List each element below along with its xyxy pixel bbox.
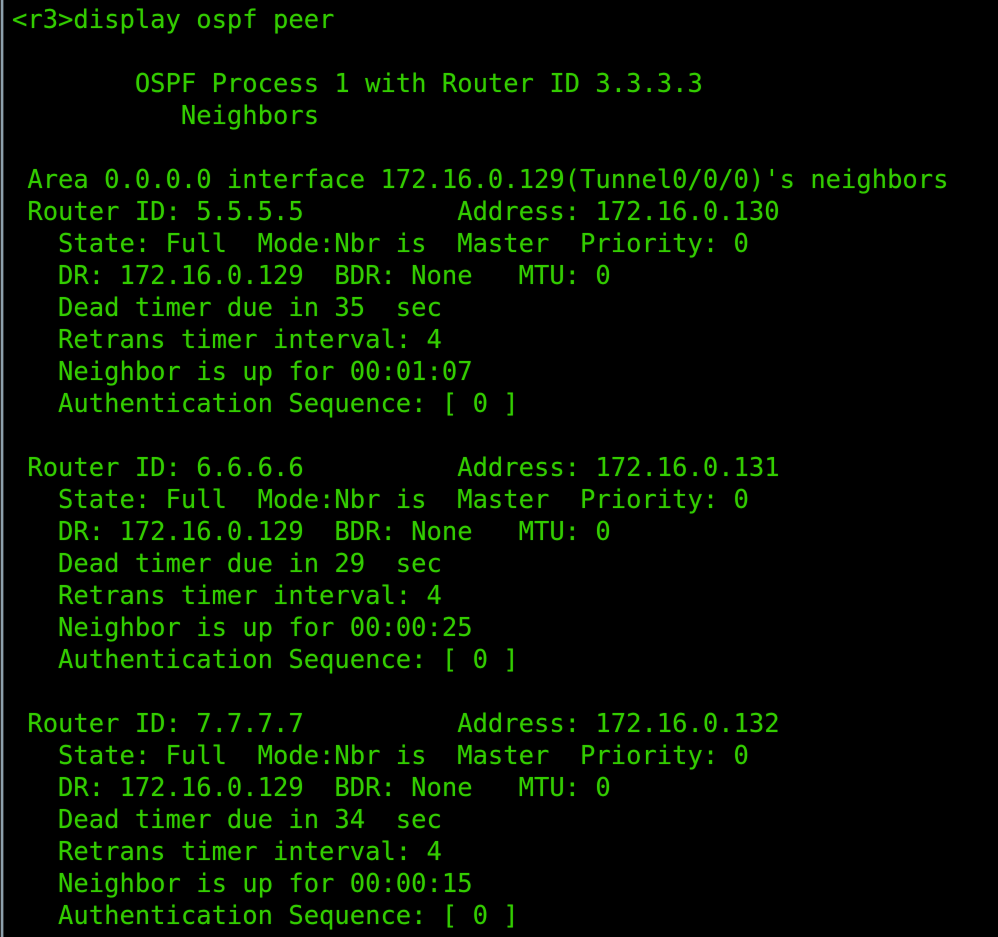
neighbor-1-dead-timer: Dead timer due in 29 sec	[12, 549, 442, 579]
neighbor-2-retrans-timer: Retrans timer interval: 4	[12, 837, 442, 867]
command-line: <r3>display ospf peer	[12, 5, 335, 35]
neighbor-0-retrans-timer: Retrans timer interval: 4	[12, 325, 442, 355]
neighbor-0-uptime: Neighbor is up for 00:01:07	[12, 357, 473, 387]
neighbor-1-dr-bdr-mtu: DR: 172.16.0.129 BDR: None MTU: 0	[12, 517, 611, 547]
neighbor-1-router-id: Router ID: 6.6.6.6 Address: 172.16.0.131	[12, 453, 780, 483]
neighbors-header: Neighbors	[12, 101, 320, 131]
terminal-screen[interactable]: <r3>display ospf peer OSPF Process 1 wit…	[12, 0, 998, 937]
neighbor-2-uptime: Neighbor is up for 00:00:15	[12, 869, 473, 899]
neighbor-0-dead-timer: Dead timer due in 35 sec	[12, 293, 442, 323]
ospf-process-header: OSPF Process 1 with Router ID 3.3.3.3	[12, 69, 703, 99]
neighbor-2-auth-sequence: Authentication Sequence: [ 0 ]	[12, 901, 519, 931]
neighbor-2-dead-timer: Dead timer due in 34 sec	[12, 805, 442, 835]
terminal-window: <r3>display ospf peer OSPF Process 1 wit…	[0, 0, 998, 937]
neighbor-0-router-id: Router ID: 5.5.5.5 Address: 172.16.0.130	[12, 197, 780, 227]
console-output: <r3>display ospf peer OSPF Process 1 wit…	[12, 0, 998, 932]
neighbor-0-state: State: Full Mode:Nbr is Master Priority:…	[12, 229, 749, 259]
vertical-scrollbar[interactable]	[0, 0, 8, 937]
scrollbar-thumb[interactable]	[1, 0, 3, 937]
neighbor-1-uptime: Neighbor is up for 00:00:25	[12, 613, 473, 643]
neighbor-0-auth-sequence: Authentication Sequence: [ 0 ]	[12, 389, 519, 419]
neighbor-2-dr-bdr-mtu: DR: 172.16.0.129 BDR: None MTU: 0	[12, 773, 611, 803]
neighbor-2-router-id: Router ID: 7.7.7.7 Address: 172.16.0.132	[12, 709, 780, 739]
neighbor-1-state: State: Full Mode:Nbr is Master Priority:…	[12, 485, 749, 515]
neighbor-1-auth-sequence: Authentication Sequence: [ 0 ]	[12, 645, 519, 675]
area-interface-line: Area 0.0.0.0 interface 172.16.0.129(Tunn…	[12, 165, 949, 195]
neighbor-0-dr-bdr-mtu: DR: 172.16.0.129 BDR: None MTU: 0	[12, 261, 611, 291]
neighbor-1-retrans-timer: Retrans timer interval: 4	[12, 581, 442, 611]
neighbor-2-state: State: Full Mode:Nbr is Master Priority:…	[12, 741, 749, 771]
